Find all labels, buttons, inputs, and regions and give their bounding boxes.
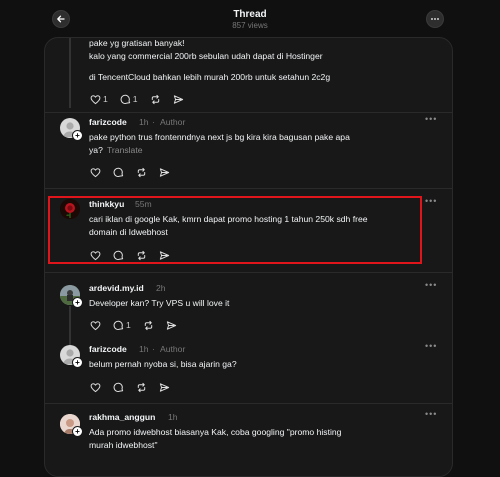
divider — [45, 403, 452, 404]
divider — [45, 272, 452, 273]
more-horizontal-icon — [431, 18, 439, 20]
reply-button[interactable]: 1 — [113, 320, 131, 331]
thread-panel: pake yg gratisan banyak! kalo yang comme… — [44, 37, 453, 477]
repost-icon — [137, 250, 146, 260]
more-options-icon[interactable]: ••• — [425, 280, 437, 290]
rose-avatar-icon — [60, 199, 80, 219]
heart-icon — [90, 167, 101, 177]
post-time: 55m — [135, 199, 152, 209]
post-time: 1h — [139, 117, 149, 127]
dot-separator: · — [152, 344, 155, 354]
share-button[interactable] — [159, 382, 170, 393]
comment-icon — [113, 167, 124, 177]
heart-icon — [90, 320, 101, 330]
reply-count: 1 — [132, 94, 138, 104]
username[interactable]: farizcode — [89, 117, 127, 127]
repost-button[interactable] — [150, 94, 161, 105]
share-button[interactable] — [159, 167, 170, 178]
like-button[interactable] — [90, 167, 101, 178]
divider — [45, 112, 452, 113]
repost-button[interactable] — [136, 250, 147, 261]
reply-count: 1 — [126, 320, 131, 330]
like-button[interactable] — [90, 250, 101, 261]
follow-plus-icon[interactable]: + — [72, 297, 83, 308]
username[interactable]: farizcode — [89, 344, 127, 354]
post-text-line: kalo yang commercial 200rb sebulan udah … — [89, 51, 323, 61]
repost-icon — [144, 320, 152, 330]
repost-icon — [151, 94, 159, 104]
thread-header: Thread 857 views — [0, 0, 500, 34]
post-actions — [90, 165, 182, 179]
post-time: 1h — [168, 412, 178, 422]
author-badge: Author — [160, 344, 186, 354]
view-count: 857 views — [232, 21, 268, 30]
repost-button[interactable] — [136, 167, 147, 178]
reply-button[interactable]: 1 — [120, 94, 138, 105]
repost-button[interactable] — [143, 320, 154, 331]
reply-button[interactable] — [113, 167, 124, 178]
more-options-icon[interactable]: ••• — [425, 196, 437, 206]
more-options-icon[interactable]: ••• — [425, 341, 437, 351]
post-actions — [90, 380, 182, 394]
more-options-icon[interactable]: ••• — [425, 409, 437, 419]
reply-button[interactable] — [113, 250, 124, 261]
post-text-line: di TencentCloud bahkan lebih murah 200rb… — [89, 72, 331, 82]
send-icon — [159, 382, 170, 392]
thread-line — [69, 306, 71, 346]
share-button[interactable] — [166, 320, 177, 331]
post-actions — [90, 248, 182, 262]
more-options-icon[interactable]: ••• — [425, 114, 437, 124]
like-count: 1 — [103, 94, 108, 104]
send-icon — [166, 320, 176, 330]
post-text-line: cari iklan di google Kak, kmrn dapat pro… — [89, 214, 368, 224]
post-text-line: ya? — [89, 145, 103, 155]
thread-menu-button[interactable] — [426, 10, 444, 28]
avatar[interactable] — [60, 199, 80, 219]
post-actions: 1 1 — [90, 92, 196, 106]
comment-icon — [113, 250, 124, 260]
author-badge: Author — [160, 117, 186, 127]
username[interactable]: ardevid.my.id — [89, 283, 144, 293]
follow-plus-icon[interactable]: + — [72, 130, 83, 141]
like-button[interactable] — [90, 382, 101, 393]
translate-link[interactable]: Translate — [107, 143, 143, 157]
thread-line — [69, 38, 71, 108]
repost-button[interactable] — [136, 382, 147, 393]
post-text-line: belum pernah nyoba si, bisa ajarin ga? — [89, 359, 237, 369]
dot-separator: · — [152, 117, 155, 127]
post-text-line: Developer kan? Try VPS u will love it — [89, 298, 230, 308]
heart-icon — [90, 94, 101, 104]
comment-icon — [113, 320, 124, 330]
share-button[interactable] — [173, 94, 184, 105]
post-time: 1h — [139, 344, 149, 354]
post-actions: 1 — [90, 318, 189, 332]
post-text-line: murah idwebhost" — [89, 440, 158, 450]
repost-icon — [137, 382, 146, 392]
send-icon — [159, 250, 170, 260]
follow-plus-icon[interactable]: + — [72, 426, 83, 437]
comment-icon — [113, 382, 124, 392]
share-button[interactable] — [159, 250, 170, 261]
comment-icon — [120, 94, 130, 104]
username[interactable]: rakhma_anggun — [89, 412, 155, 422]
heart-icon — [90, 382, 101, 392]
post-text-line: pake python trus frontenndnya next js bg… — [89, 132, 350, 142]
like-button[interactable] — [90, 320, 101, 331]
username[interactable]: thinkkyu — [89, 199, 124, 209]
reply-button[interactable] — [113, 382, 124, 393]
heart-icon — [90, 250, 101, 260]
send-icon — [173, 94, 183, 104]
follow-plus-icon[interactable]: + — [72, 357, 83, 368]
repost-icon — [137, 167, 146, 177]
like-button[interactable]: 1 — [90, 94, 108, 105]
page-title: Thread — [233, 9, 267, 20]
send-icon — [159, 167, 170, 177]
divider — [45, 188, 452, 189]
post-text-line: Ada promo idwebhost biasanya Kak, coba g… — [89, 427, 342, 437]
post-time: 2h — [156, 283, 166, 293]
post-text-line: domain di Idwebhost — [89, 227, 168, 237]
